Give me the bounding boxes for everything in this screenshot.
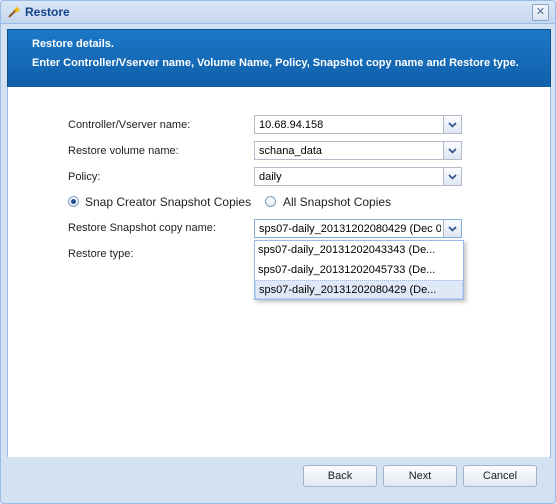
policy-dropdown-trigger[interactable] (443, 168, 461, 185)
snapshot-label: Restore Snapshot copy name: (68, 222, 216, 234)
volume-value: schana_data (259, 145, 322, 157)
dropdown-option[interactable]: sps07-daily_20131202045733 (De... (255, 261, 463, 280)
back-button[interactable]: Back (303, 465, 377, 487)
next-button[interactable]: Next (383, 465, 457, 487)
snapshot-combo[interactable]: sps07-daily_20131202080429 (Dec 02 (254, 219, 462, 238)
form-panel: Controller/Vserver name: 10.68.94.158 Re… (7, 87, 551, 458)
window-titlebar[interactable]: Restore ✕ (1, 1, 555, 24)
header-instructions: Enter Controller/Vserver name, Volume Na… (32, 57, 519, 69)
radio-all-snapshots[interactable] (265, 196, 276, 207)
window-title: Restore (25, 5, 70, 19)
controller-label: Controller/Vserver name: (68, 119, 191, 131)
snapshot-value: sps07-daily_20131202080429 (Dec 02 (259, 223, 441, 235)
chevron-down-icon (448, 148, 457, 154)
radio-all-snapshots-label[interactable]: All Snapshot Copies (283, 195, 391, 209)
footer-buttons: Back Next Cancel (7, 457, 549, 497)
snapshot-dropdown-trigger[interactable] (443, 220, 461, 237)
dropdown-option-selected[interactable]: sps07-daily_20131202080429 (De... (255, 280, 463, 299)
cancel-button[interactable]: Cancel (463, 465, 537, 487)
restore-window: Restore ✕ Restore details. Enter Control… (0, 0, 556, 504)
policy-label: Policy: (68, 171, 101, 183)
chevron-down-icon (448, 174, 457, 180)
radio-snap-creator[interactable] (68, 196, 79, 207)
volume-combo[interactable]: schana_data (254, 141, 462, 160)
chevron-down-icon (448, 122, 457, 128)
close-icon: ✕ (535, 6, 546, 18)
volume-label: Restore volume name: (68, 145, 179, 157)
controller-dropdown-trigger[interactable] (443, 116, 461, 133)
wand-icon (7, 5, 21, 19)
restore-type-label: Restore type: (68, 248, 134, 260)
controller-value: 10.68.94.158 (259, 119, 324, 131)
snapshot-dropdown-list: sps07-daily_20131202043343 (De... sps07-… (254, 240, 464, 300)
volume-dropdown-trigger[interactable] (443, 142, 461, 159)
header-title: Restore details. (32, 38, 114, 50)
controller-combo[interactable]: 10.68.94.158 (254, 115, 462, 134)
dropdown-option[interactable]: sps07-daily_20131202043343 (De... (255, 241, 463, 260)
close-button[interactable]: ✕ (532, 4, 549, 21)
policy-value: daily (259, 171, 282, 183)
radio-snap-creator-label[interactable]: Snap Creator Snapshot Copies (85, 195, 251, 209)
policy-combo[interactable]: daily (254, 167, 462, 186)
header-band: Restore details. Enter Controller/Vserve… (7, 29, 551, 89)
chevron-down-icon (448, 226, 457, 232)
